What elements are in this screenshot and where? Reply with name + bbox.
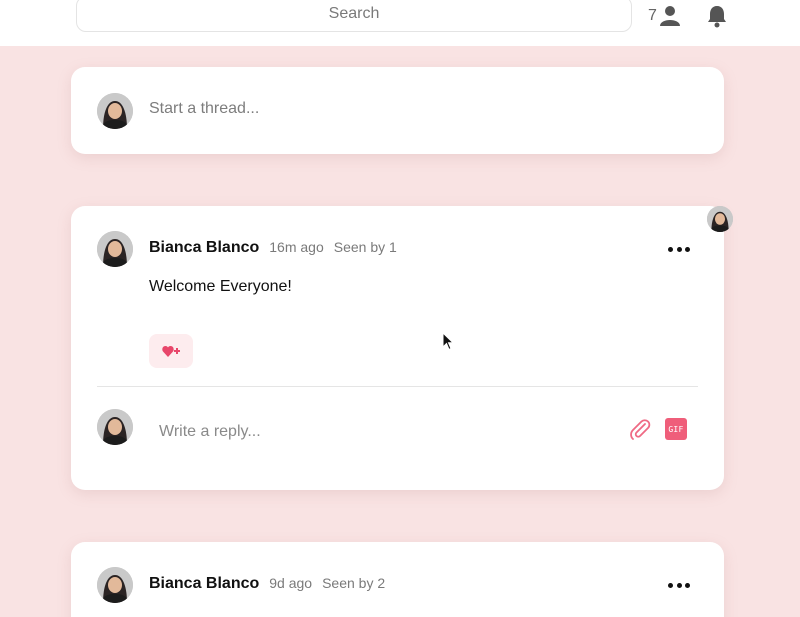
notifications-button[interactable] — [700, 0, 734, 32]
divider — [97, 386, 698, 387]
more-dot-icon — [676, 582, 682, 588]
seen-by-count[interactable]: Seen by 2 — [322, 575, 385, 591]
post-time: 9d ago — [269, 575, 313, 591]
post-time: 16m ago — [269, 239, 324, 255]
add-reaction-button[interactable] — [149, 334, 193, 368]
top-bar: Search 7 — [0, 0, 800, 46]
author-name[interactable]: Bianca Blanco — [149, 239, 259, 257]
post-card: Bianca Blanco 9d ago Seen by 2 — [71, 542, 724, 617]
heart-plus-icon — [162, 346, 180, 357]
seen-by-avatar[interactable] — [707, 206, 733, 232]
more-dot-icon — [685, 246, 690, 252]
paperclip-icon[interactable] — [628, 417, 652, 441]
author-avatar[interactable] — [97, 231, 133, 267]
gif-label: GIF — [668, 424, 684, 434]
search-placeholder: Search — [328, 5, 380, 22]
user-photo-icon — [97, 93, 133, 129]
search-input[interactable]: Search — [76, 0, 632, 32]
gif-button[interactable]: GIF — [665, 418, 687, 440]
user-photo-icon — [97, 231, 133, 267]
post-header: Bianca Blanco 16m ago Seen by 1 — [149, 239, 397, 257]
avatar — [97, 93, 133, 129]
start-thread-input[interactable]: Start a thread... — [149, 100, 259, 118]
user-photo-icon — [97, 409, 133, 445]
post-card: Bianca Blanco 16m ago Seen by 1 Welcome … — [71, 206, 733, 490]
more-options-button[interactable] — [668, 244, 690, 254]
more-dot-icon — [668, 246, 673, 252]
post-body: Welcome Everyone! — [149, 278, 292, 295]
user-photo-icon — [707, 206, 733, 232]
more-dot-icon — [676, 246, 682, 252]
post-header: Bianca Blanco 9d ago Seen by 2 — [149, 575, 385, 593]
more-options-button[interactable] — [668, 580, 690, 590]
mouse-cursor-icon — [442, 332, 455, 351]
reply-input[interactable]: Write a reply... — [159, 423, 261, 441]
user-photo-icon — [97, 567, 133, 603]
more-dot-icon — [668, 582, 673, 588]
members-button[interactable]: 7 — [648, 4, 680, 28]
person-icon — [659, 6, 680, 26]
thread-composer[interactable]: Start a thread... — [71, 67, 724, 154]
author-name[interactable]: Bianca Blanco — [149, 575, 259, 593]
member-count: 7 — [648, 7, 657, 24]
bell-icon — [708, 6, 726, 28]
seen-by-count[interactable]: Seen by 1 — [334, 239, 397, 255]
author-avatar[interactable] — [97, 567, 133, 603]
reply-avatar — [97, 409, 133, 445]
more-dot-icon — [685, 582, 690, 588]
